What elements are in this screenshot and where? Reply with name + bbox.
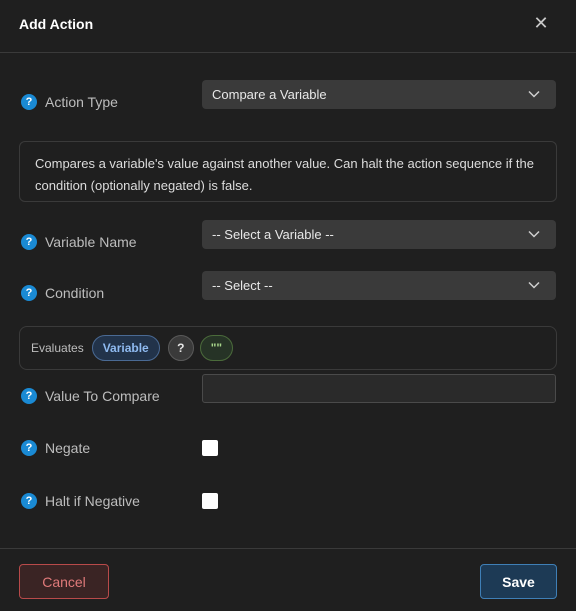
operator-pill: ? (167, 335, 194, 361)
add-action-dialog: Add Action ✕ ? Action Type Compare a Var… (0, 0, 576, 611)
evaluates-label: Evaluates (31, 341, 84, 355)
negate-label: Negate (45, 440, 91, 456)
variable-pill: Variable (91, 335, 160, 361)
chevron-down-icon (528, 230, 540, 238)
variable-name-label-row: ? Variable Name (21, 233, 137, 251)
save-button[interactable]: Save (480, 564, 557, 599)
help-icon[interactable]: ? (21, 94, 37, 110)
cancel-button[interactable]: Cancel (19, 564, 109, 599)
condition-label: Condition (45, 285, 105, 301)
help-icon[interactable]: ? (21, 493, 37, 509)
dialog-title: Add Action (19, 16, 94, 32)
help-icon[interactable]: ? (21, 234, 37, 250)
halt-if-negative-label: Halt if Negative (45, 493, 140, 509)
action-type-label-row: ? Action Type (21, 93, 118, 111)
evaluates-preview: Evaluates Variable ? "" (19, 326, 557, 370)
halt-if-negative-checkbox[interactable] (202, 493, 218, 509)
help-icon[interactable]: ? (21, 440, 37, 456)
value-pill: "" (199, 335, 234, 361)
chevron-down-icon (528, 281, 540, 289)
halt-if-negative-label-row: ? Halt if Negative (21, 492, 140, 510)
variable-name-label: Variable Name (45, 234, 137, 250)
negate-label-row: ? Negate (21, 439, 90, 457)
help-icon[interactable]: ? (21, 388, 37, 404)
dialog-footer: Cancel Save (0, 548, 576, 611)
dialog-header: Add Action ✕ (0, 0, 576, 53)
value-to-compare-label: Value To Compare (45, 388, 160, 404)
value-to-compare-label-row: ? Value To Compare (21, 387, 160, 405)
variable-name-value: -- Select a Variable -- (212, 227, 334, 242)
condition-select[interactable]: -- Select -- (202, 271, 556, 300)
close-icon[interactable]: ✕ (530, 12, 552, 34)
variable-name-select[interactable]: -- Select a Variable -- (202, 220, 556, 249)
negate-checkbox[interactable] (202, 440, 218, 456)
condition-value: -- Select -- (212, 278, 273, 293)
condition-label-row: ? Condition (21, 284, 104, 302)
action-type-value: Compare a Variable (212, 87, 327, 102)
action-type-select[interactable]: Compare a Variable (202, 80, 556, 109)
help-icon[interactable]: ? (21, 285, 37, 301)
value-to-compare-input[interactable] (202, 374, 556, 403)
chevron-down-icon (528, 90, 540, 98)
action-description: Compares a variable's value against anot… (19, 141, 557, 202)
action-type-label: Action Type (45, 94, 118, 110)
